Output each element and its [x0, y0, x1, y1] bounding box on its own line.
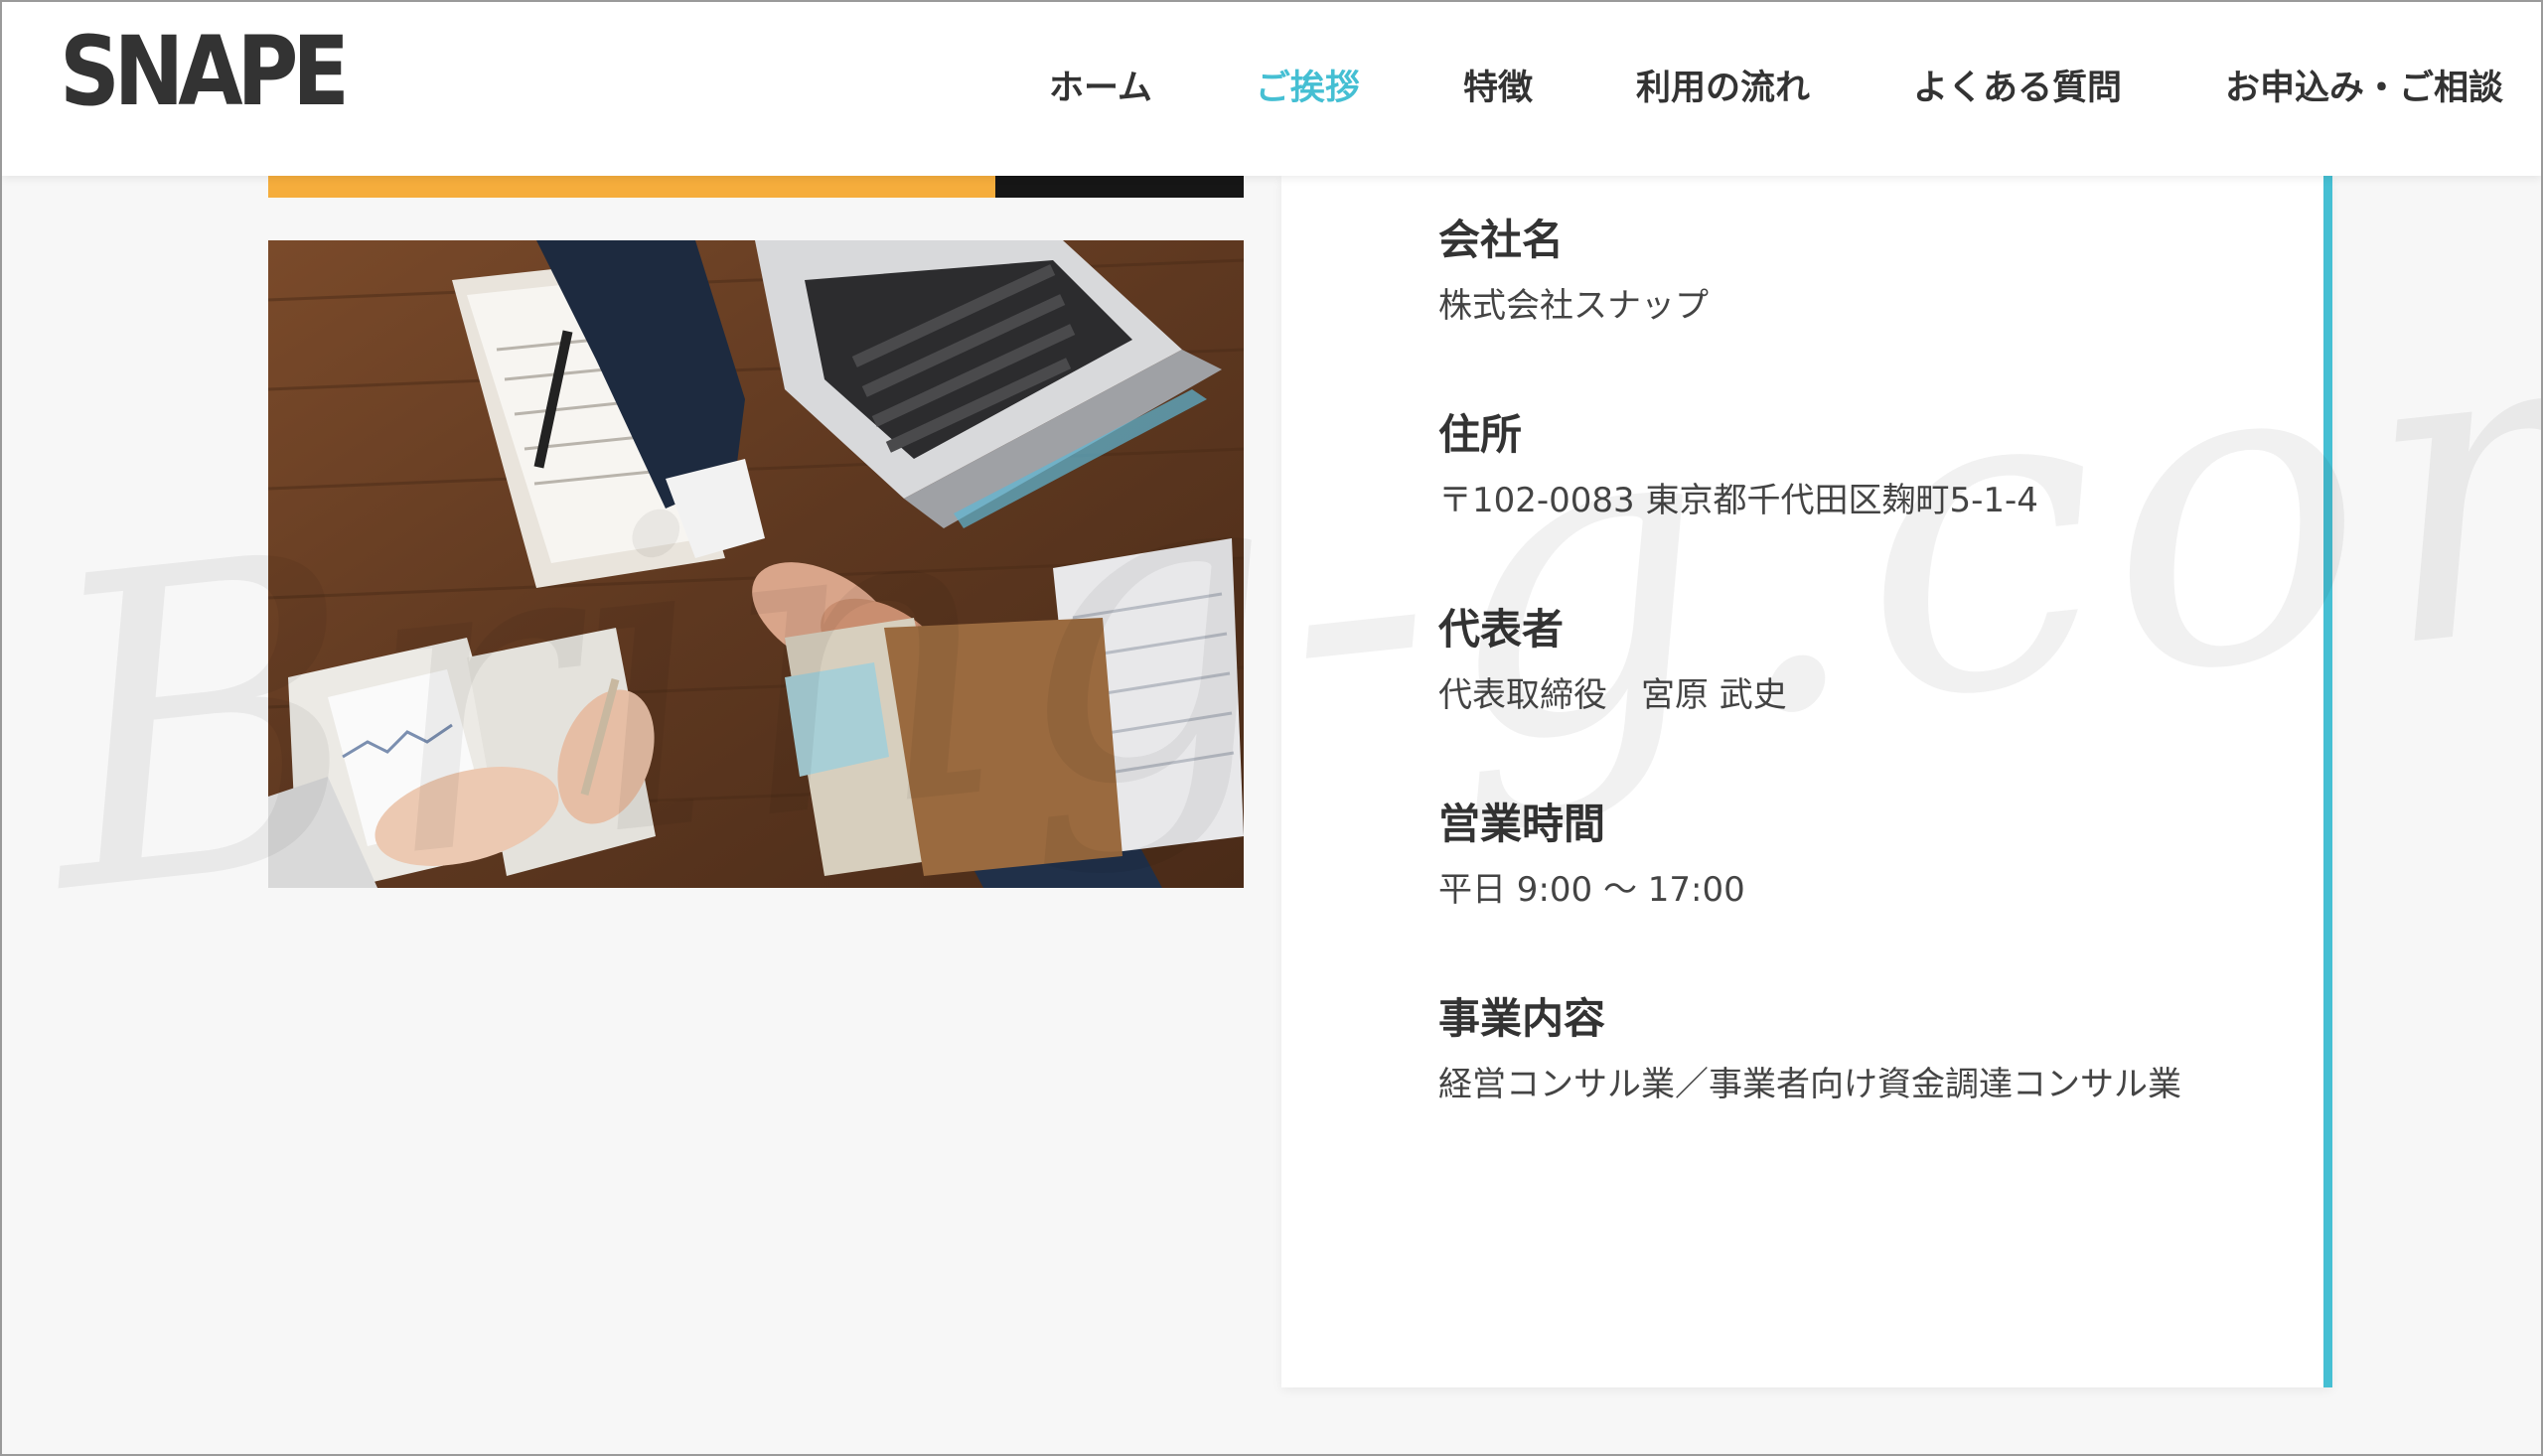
site-header: SNAPE ホーム ご挨拶 特徴 利用の流れ よくある質問 お申込み・ご相談: [2, 2, 2541, 176]
page: SNAPE ホーム ご挨拶 特徴 利用の流れ よくある質問 お申込み・ご相談 会…: [0, 0, 2543, 1456]
info-label: 住所: [1438, 410, 1523, 459]
main-nav: ホーム ご挨拶 特徴 利用の流れ よくある質問 お申込み・ご相談: [946, 60, 2503, 110]
handshake-illustration: [268, 240, 1244, 888]
handshake-photo: [268, 240, 1244, 888]
nav-item-contact[interactable]: お申込み・ご相談: [2225, 60, 2503, 110]
nav-item-faq[interactable]: よくある質問: [1913, 60, 2122, 110]
info-label: 会社名: [1438, 216, 1565, 264]
nav-item-features[interactable]: 特徴: [1463, 60, 1533, 110]
info-company-name: 会社名 株式会社スナップ: [1438, 216, 2213, 410]
info-representative: 代表者 代表取締役 宮原 武史: [1438, 605, 2213, 800]
top-image-strip: [268, 176, 1244, 198]
nav-item-greeting[interactable]: ご挨拶: [1256, 60, 1360, 110]
info-label: 事業内容: [1438, 994, 1606, 1043]
info-value: 代表取締役 宮原 武史: [1438, 675, 1787, 716]
info-value: 平日 9:00 ～ 17:00: [1438, 870, 1745, 911]
info-label: 代表者: [1438, 605, 1565, 654]
site-logo[interactable]: SNAPE: [60, 24, 350, 119]
nav-item-home[interactable]: ホーム: [1049, 60, 1152, 110]
company-info-card: 会社名 株式会社スナップ 住所 〒102-0083 東京都千代田区麹町5-1-4…: [1281, 176, 2332, 1387]
info-value: 〒102-0083 東京都千代田区麹町5-1-4: [1438, 481, 2038, 521]
info-value: 株式会社スナップ: [1438, 286, 1709, 327]
company-info-list: 会社名 株式会社スナップ 住所 〒102-0083 東京都千代田区麹町5-1-4…: [1438, 216, 2213, 1189]
nav-item-flow[interactable]: 利用の流れ: [1636, 60, 1810, 110]
info-value: 経営コンサル業／事業者向け資金調達コンサル業: [1438, 1065, 2181, 1105]
info-label: 営業時間: [1438, 800, 1606, 848]
info-business-content: 事業内容 経営コンサル業／事業者向け資金調達コンサル業: [1438, 994, 2213, 1189]
info-address: 住所 〒102-0083 東京都千代田区麹町5-1-4: [1438, 410, 2213, 605]
info-business-hours: 営業時間 平日 9:00 ～ 17:00: [1438, 800, 2213, 994]
